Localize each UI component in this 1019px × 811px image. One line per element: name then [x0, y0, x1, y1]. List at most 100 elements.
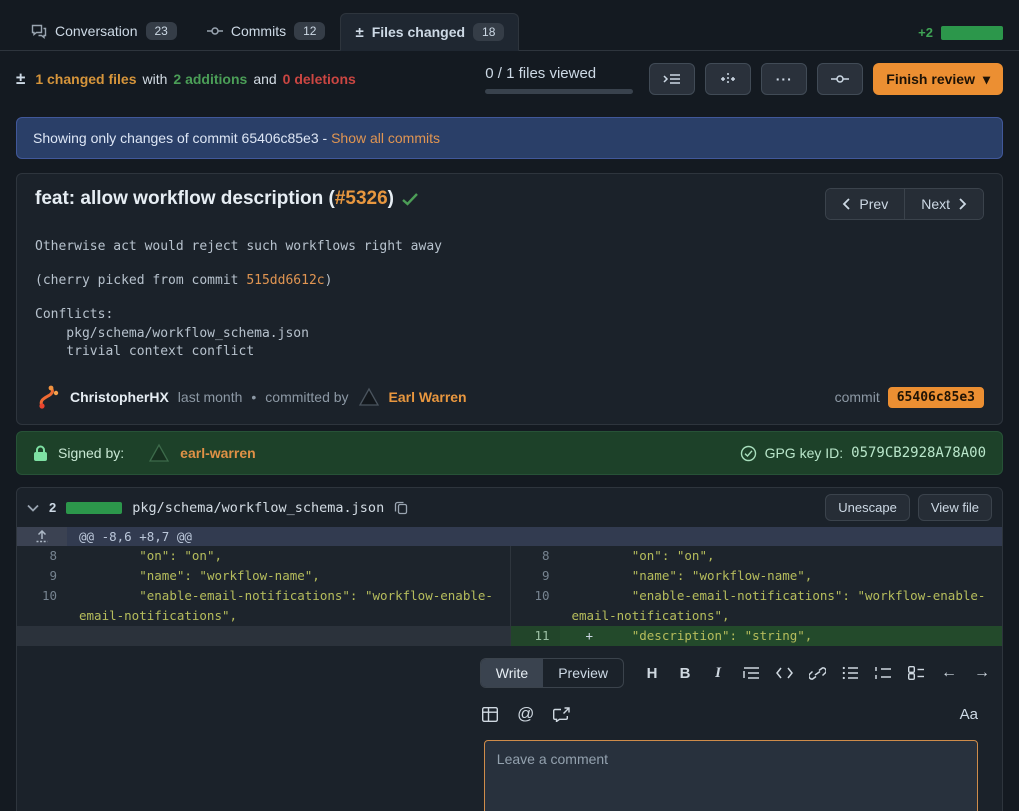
tab-commits-label: Commits [231, 23, 286, 39]
diff-options-button[interactable]: ··· [761, 63, 807, 95]
diff-summary-row: ± 1 changed files with 2 additions and 0… [0, 51, 1019, 105]
copy-path-icon[interactable] [394, 500, 408, 515]
chevron-right-icon [958, 198, 967, 210]
cherry-pick-line: (cherry picked from commit 515dd6612c) [35, 272, 984, 291]
expand-up-icon [36, 530, 48, 543]
commit-nav: Prev Next [825, 188, 984, 220]
file-change-count: 2 [49, 500, 56, 515]
right-code-line-added: + "description": "string", [560, 626, 1003, 646]
cherry-pick-commit-link[interactable]: 515dd6612c [246, 273, 324, 288]
collapse-chevron-icon[interactable] [27, 504, 39, 512]
file-diff-stat-bar [66, 502, 122, 514]
committer-avatar[interactable] [358, 387, 380, 407]
committer-name[interactable]: Earl Warren [389, 389, 467, 405]
commit-message-body: Otherwise act would reject such workflow… [35, 238, 984, 362]
signer-avatar[interactable] [148, 443, 170, 463]
conversation-icon [31, 23, 47, 39]
comment-input[interactable] [484, 740, 978, 811]
heading-icon[interactable]: H [642, 663, 662, 683]
diff-file-box: 2 pkg/schema/workflow_schema.json Unesca… [16, 487, 1003, 811]
commit-sha-badge[interactable]: 65406c85e3 [888, 387, 984, 408]
right-code-line: "on": "on", [560, 546, 1003, 566]
tab-commits[interactable]: Commits 12 [192, 12, 341, 50]
signer-name[interactable]: earl-warren [180, 445, 255, 461]
unordered-list-icon[interactable] [840, 663, 860, 683]
dot-separator: • [251, 389, 256, 405]
comment-form-spacer [17, 646, 460, 811]
table-icon[interactable] [480, 704, 500, 724]
addition-sign: + [586, 626, 594, 646]
left-line-number[interactable]: 9 [17, 566, 67, 586]
pr-tab-bar: Conversation 23 Commits 12 ± Files chang… [0, 0, 1019, 51]
left-code-line: "enable-email-notifications": "workflow-… [67, 586, 510, 626]
commit-label: commit [835, 389, 880, 405]
next-commit-button[interactable]: Next [904, 189, 983, 219]
commit-select-button[interactable] [817, 63, 863, 95]
code-icon[interactable] [774, 663, 794, 683]
left-placeholder-gutter [17, 626, 67, 646]
tab-conversation[interactable]: Conversation 23 [16, 12, 192, 50]
next-label: Next [921, 196, 950, 212]
bold-icon[interactable]: B [675, 663, 695, 683]
gpg-key-value: 0579CB2928A78A00 [851, 445, 986, 461]
additions-count: 2 additions [173, 71, 247, 87]
link-icon[interactable] [807, 663, 827, 683]
reference-icon[interactable] [552, 704, 572, 724]
diff-icon: ± [16, 69, 25, 89]
author-avatar[interactable] [35, 384, 61, 410]
ordered-list-icon[interactable] [873, 663, 893, 683]
single-commit-banner: Showing only changes of commit 65406c85e… [16, 117, 1003, 159]
finish-review-button[interactable]: Finish review ▾ [873, 63, 1003, 95]
prev-commit-button[interactable]: Prev [826, 189, 904, 219]
diff-stat-bar [941, 26, 1003, 40]
tab-conversation-label: Conversation [55, 23, 138, 39]
monospace-toggle[interactable]: Aa [960, 706, 978, 723]
changed-files-count[interactable]: 1 changed files [35, 71, 136, 87]
split-view-toggle-button[interactable] [705, 63, 751, 95]
right-line-number[interactable]: 9 [510, 566, 560, 586]
commit-date: last month [178, 389, 243, 405]
commit-icon [831, 72, 849, 86]
unescape-button[interactable]: Unescape [825, 494, 910, 521]
right-line-number-added[interactable]: 11 [510, 626, 560, 646]
view-file-button[interactable]: View file [918, 494, 992, 521]
quote-icon[interactable] [741, 663, 761, 683]
write-tab[interactable]: Write [481, 659, 543, 687]
author-name[interactable]: ChristopherHX [70, 389, 169, 405]
tab-files-changed[interactable]: ± Files changed 18 [340, 13, 519, 51]
gpg-key-label: GPG key ID: [765, 445, 844, 461]
preview-tab[interactable]: Preview [543, 659, 623, 687]
right-code-line: "enable-email-notifications": "workflow-… [560, 586, 1003, 626]
italic-icon[interactable]: I [708, 663, 728, 683]
commit-author-row: ChristopherHX last month • committed by … [35, 384, 984, 410]
mention-icon[interactable]: @ [516, 704, 536, 724]
ellipsis-icon: ··· [776, 71, 793, 87]
right-line-number[interactable]: 10 [510, 586, 560, 626]
redo-icon[interactable]: → [972, 663, 992, 683]
banner-text: Showing only changes of commit 65406c85e… [33, 130, 327, 146]
file-name[interactable]: pkg/schema/workflow_schema.json [132, 500, 384, 516]
commit-card: feat: allow workflow description (#5326)… [16, 173, 1003, 425]
verified-badge-icon [740, 445, 757, 462]
comment-editor: Write Preview H B I ← → [460, 646, 1002, 811]
left-code-line: "on": "on", [67, 546, 510, 566]
diff-stat-additions: +2 [918, 25, 933, 40]
issue-reference[interactable]: #5326 [335, 188, 388, 209]
committed-by-label: committed by [265, 389, 348, 405]
right-line-number[interactable]: 8 [510, 546, 560, 566]
commit-body-line: Otherwise act would reject such workflow… [35, 238, 984, 257]
right-code-line: "name": "workflow-name", [560, 566, 1003, 586]
task-list-icon[interactable] [906, 663, 926, 683]
chevron-left-icon [842, 198, 851, 210]
expand-hunk-button[interactable] [17, 527, 67, 546]
file-tree-toggle-button[interactable] [649, 63, 695, 95]
conflicts-block: Conflicts: pkg/schema/workflow_schema.js… [35, 306, 984, 363]
show-all-commits-link[interactable]: Show all commits [331, 130, 440, 146]
cherry-pick-prefix: (cherry picked from commit [35, 273, 246, 288]
undo-icon[interactable]: ← [939, 663, 959, 683]
split-diff-icon [719, 72, 737, 86]
left-line-number[interactable]: 8 [17, 546, 67, 566]
prev-label: Prev [859, 196, 888, 212]
summary-and: and [253, 71, 276, 87]
left-line-number[interactable]: 10 [17, 586, 67, 626]
